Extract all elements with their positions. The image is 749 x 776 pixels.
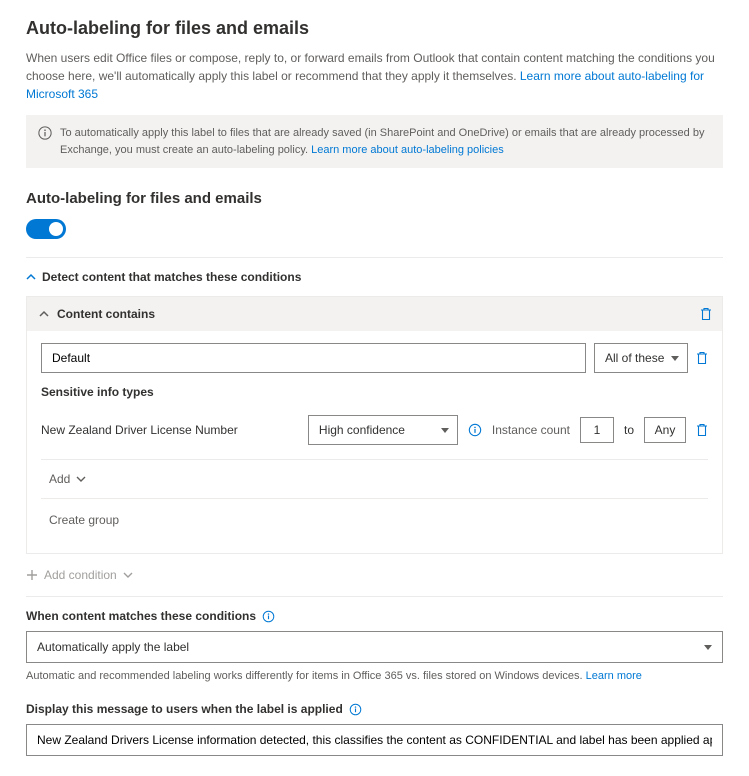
add-condition-label: Add condition xyxy=(44,568,117,582)
match-action-label: When content matches these conditions xyxy=(26,609,723,623)
user-message-text: Display this message to users when the l… xyxy=(26,702,343,716)
match-action-value: Automatically apply the label xyxy=(37,640,189,654)
match-mode-dropdown[interactable]: All of these xyxy=(594,343,688,373)
info-icon xyxy=(38,126,52,158)
info-icon[interactable] xyxy=(262,610,275,623)
confidence-dropdown[interactable]: High confidence xyxy=(308,415,458,445)
match-action-help-link[interactable]: Learn more xyxy=(586,670,642,682)
create-group-button[interactable]: Create group xyxy=(41,499,708,541)
chevron-down-icon xyxy=(76,474,86,484)
divider xyxy=(26,257,723,258)
chevron-up-icon xyxy=(39,309,49,319)
add-condition-button[interactable]: Add condition xyxy=(26,554,723,596)
section-heading: Auto-labeling for files and emails xyxy=(26,190,723,207)
group-name-input[interactable] xyxy=(41,343,586,373)
content-contains-label: Content contains xyxy=(57,307,155,321)
plus-icon xyxy=(26,569,38,581)
detect-accordion-label: Detect content that matches these condit… xyxy=(42,270,301,284)
info-bar: To automatically apply this label to fil… xyxy=(26,115,723,168)
intro-text: When users edit Office files or compose,… xyxy=(26,49,723,103)
content-contains-header[interactable]: Content contains xyxy=(27,297,722,331)
confidence-value: High confidence xyxy=(319,423,405,437)
divider xyxy=(26,596,723,597)
user-message-input[interactable] xyxy=(26,724,723,756)
match-mode-value: All of these xyxy=(605,351,664,365)
sit-name: New Zealand Driver License Number xyxy=(41,423,298,437)
match-action-help-text: Automatic and recommended labeling works… xyxy=(26,670,586,682)
sit-row: New Zealand Driver License Number High c… xyxy=(41,409,708,460)
instance-to-label: to xyxy=(624,423,634,437)
match-action-help: Automatic and recommended labeling works… xyxy=(26,669,723,684)
chevron-up-icon xyxy=(26,272,36,282)
info-icon[interactable] xyxy=(468,423,482,437)
info-icon[interactable] xyxy=(349,703,362,716)
info-bar-link[interactable]: Learn more about auto-labeling policies xyxy=(311,144,504,156)
sit-header: Sensitive info types xyxy=(41,385,708,399)
delete-sit-icon[interactable] xyxy=(696,423,708,437)
page-title: Auto-labeling for files and emails xyxy=(26,18,723,39)
user-message-label: Display this message to users when the l… xyxy=(26,702,723,716)
delete-condition-icon[interactable] xyxy=(700,307,712,321)
instance-to-input[interactable]: Any xyxy=(644,417,686,443)
autolabel-toggle[interactable] xyxy=(26,219,66,239)
instance-from-input[interactable]: 1 xyxy=(580,417,614,443)
add-sit-button[interactable]: Add xyxy=(41,460,708,499)
delete-group-icon[interactable] xyxy=(696,351,708,365)
instance-count-label: Instance count xyxy=(492,423,570,437)
add-label: Add xyxy=(49,472,70,486)
match-action-text: When content matches these conditions xyxy=(26,609,256,623)
match-action-dropdown[interactable]: Automatically apply the label xyxy=(26,631,723,663)
detect-accordion[interactable]: Detect content that matches these condit… xyxy=(26,270,723,284)
chevron-down-icon xyxy=(123,570,133,580)
condition-box: Content contains All of these Sensitive … xyxy=(26,296,723,554)
